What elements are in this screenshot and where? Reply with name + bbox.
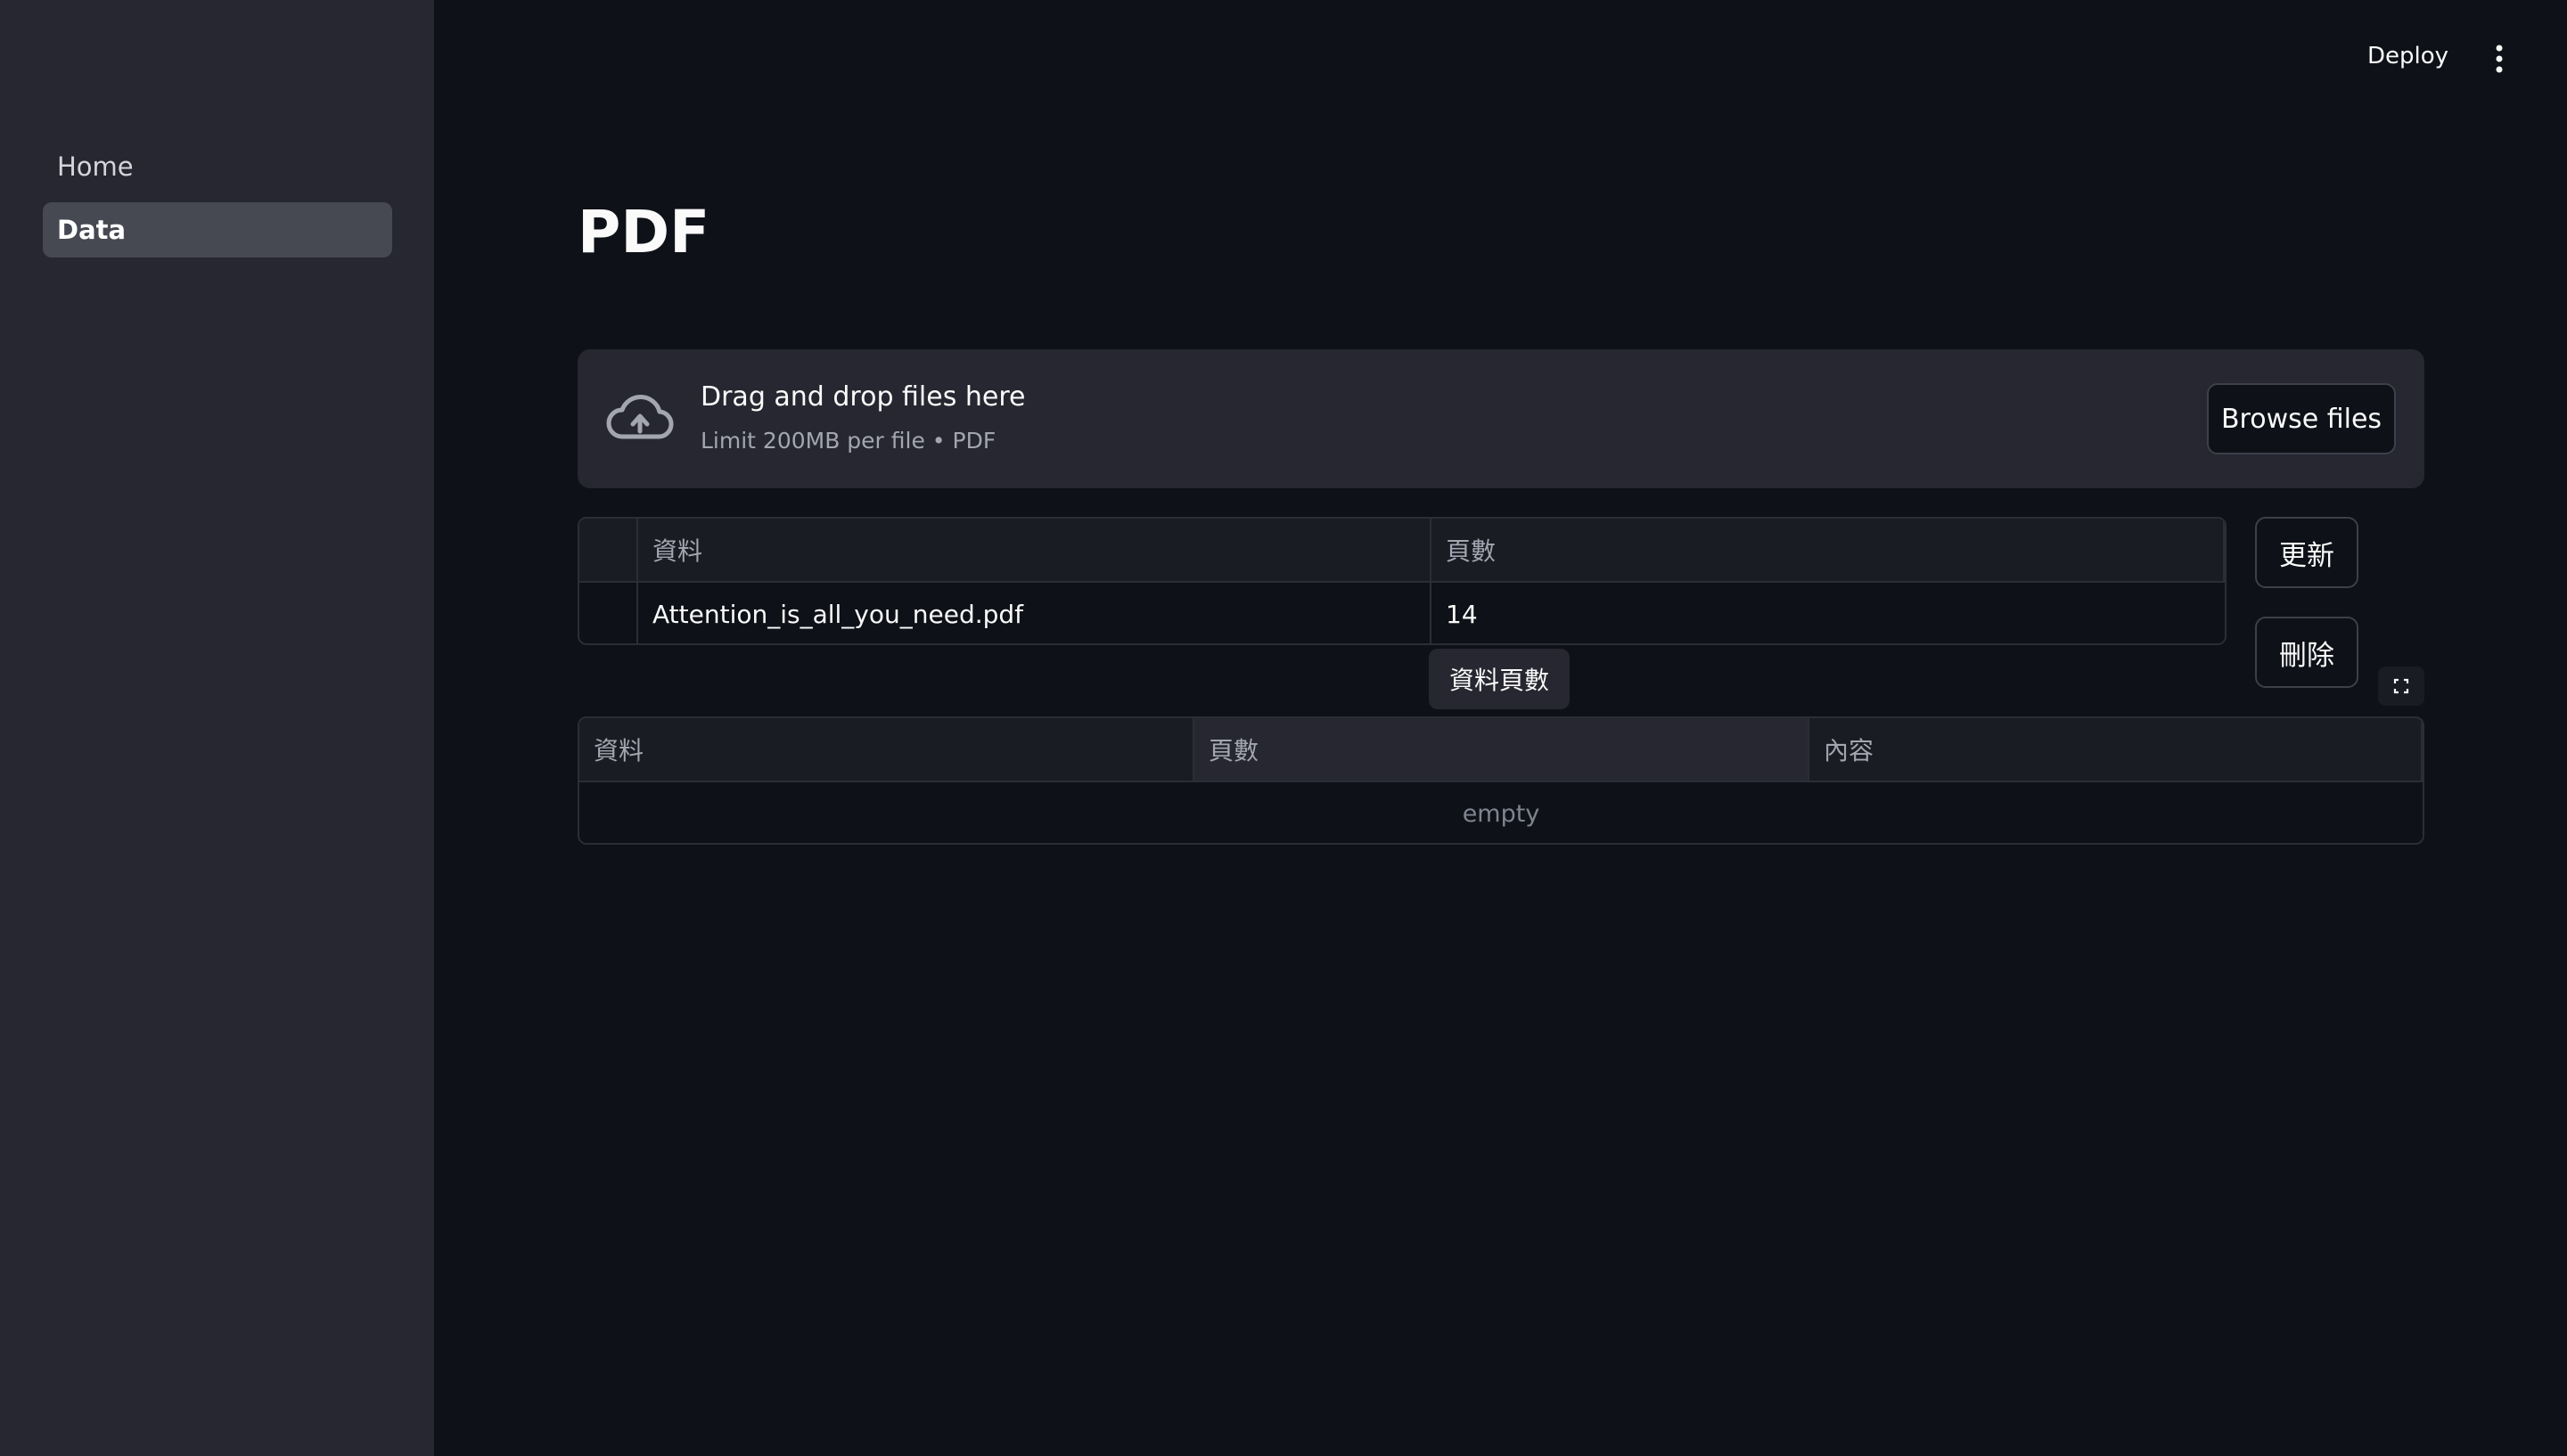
sidebar: Home Data (0, 0, 434, 1456)
table-cell[interactable]: 14 (1431, 583, 2225, 643)
table-cell[interactable]: Attention_is_all_you_need.pdf (638, 583, 1431, 643)
row-index-header (579, 519, 638, 581)
column-header-data[interactable]: 資料 (579, 718, 1194, 781)
file-uploader-dropzone[interactable]: Drag and drop files here Limit 200MB per… (578, 349, 2424, 488)
row-index-cell[interactable] (579, 583, 638, 643)
column-header-content[interactable]: 內容 (1809, 718, 2423, 781)
update-button[interactable]: 更新 (2255, 517, 2358, 588)
column-header-pages[interactable]: 頁數 (1431, 519, 2225, 581)
page-title: PDF (578, 198, 710, 266)
uploader-title: Drag and drop files here (701, 381, 1026, 413)
column-header-data[interactable]: 資料 (638, 519, 1431, 581)
cloud-upload-icon (606, 394, 674, 439)
browse-files-button[interactable]: Browse files (2207, 383, 2396, 454)
sidebar-item-label: Data (57, 215, 127, 245)
content-table[interactable]: 資料 頁數 內容 empty (578, 716, 2424, 845)
uploader-limit-text: Limit 200MB per file • PDF (701, 428, 996, 454)
table-header-row: 資料 頁數 (579, 519, 2225, 583)
sidebar-item-label: Home (57, 151, 134, 182)
main-menu-button[interactable] (2487, 41, 2512, 77)
vertical-dots-icon (2496, 45, 2503, 73)
empty-state-text: empty (1462, 799, 1540, 828)
column-tooltip: 資料頁數 (1429, 649, 1570, 709)
deploy-button[interactable]: Deploy (2362, 39, 2454, 73)
delete-button[interactable]: 刪除 (2255, 617, 2358, 688)
table-row[interactable]: Attention_is_all_you_need.pdf 14 (579, 583, 2225, 643)
fullscreen-icon (2393, 678, 2409, 694)
files-table[interactable]: 資料 頁數 Attention_is_all_you_need.pdf 14 (578, 517, 2227, 645)
sidebar-item-home[interactable]: Home (43, 139, 392, 194)
table-header-row: 資料 頁數 內容 (579, 718, 2423, 782)
column-header-pages[interactable]: 頁數 (1194, 718, 1809, 781)
sidebar-item-data[interactable]: Data (43, 202, 392, 258)
fullscreen-button[interactable] (2378, 667, 2424, 706)
